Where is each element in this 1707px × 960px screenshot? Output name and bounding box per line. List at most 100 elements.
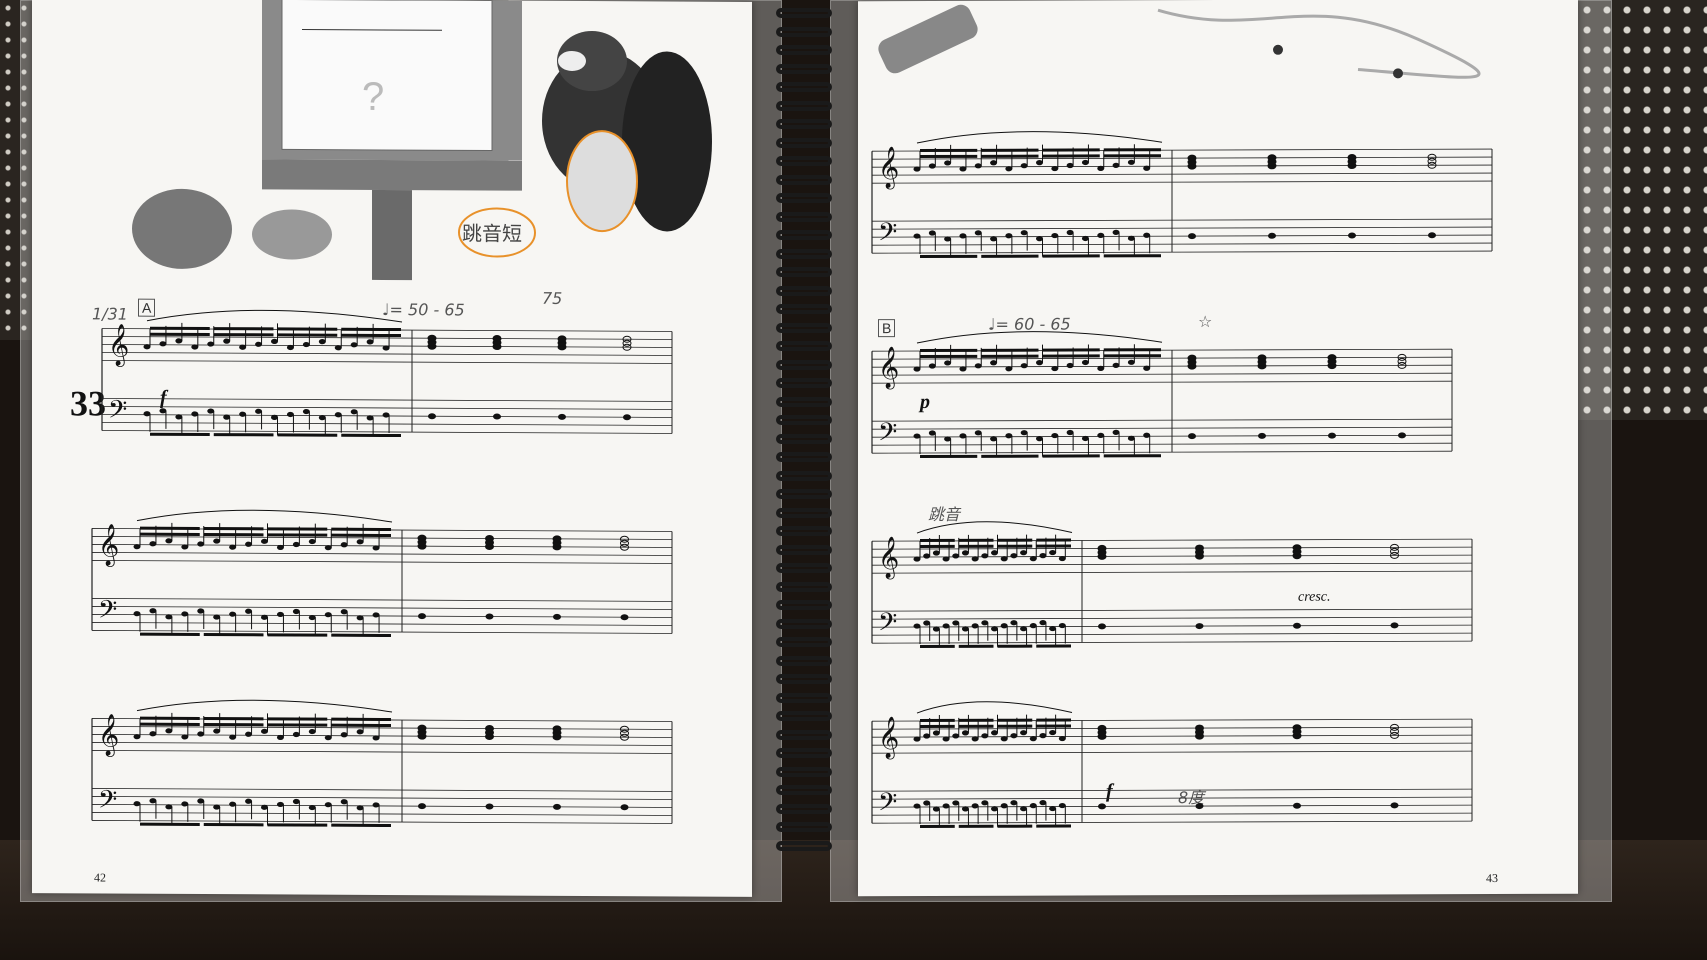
note-head (961, 730, 969, 736)
beam (331, 533, 391, 537)
note-head (974, 430, 982, 436)
beam (140, 722, 200, 726)
note-head (913, 433, 921, 439)
note-head (974, 163, 982, 169)
note-head (1143, 365, 1151, 371)
note-head (255, 341, 263, 347)
note-head (932, 730, 940, 736)
note-head (292, 731, 300, 738)
beam (981, 348, 1039, 352)
note-head (1097, 232, 1105, 239)
chord-note (485, 725, 494, 733)
spiral-coil (776, 581, 832, 592)
note-head (255, 408, 263, 414)
note-head (1005, 433, 1013, 439)
note-head (971, 623, 979, 629)
beam (213, 433, 274, 437)
treble-clef: 𝄞 (878, 146, 899, 189)
note-head (276, 544, 284, 551)
note-head (961, 550, 969, 556)
bass-note (1188, 433, 1196, 440)
note-head (1039, 553, 1047, 559)
bass-clef: 𝄢 (878, 608, 897, 643)
beam (331, 527, 391, 531)
slur (916, 131, 1163, 144)
beam (920, 154, 978, 159)
treble-clef: 𝄞 (878, 716, 899, 759)
note-head (213, 538, 221, 544)
note-head (292, 541, 300, 548)
bass-note (553, 613, 561, 620)
note-head (961, 626, 969, 632)
note-head (971, 556, 979, 562)
note-head (334, 412, 342, 418)
note-head (276, 801, 284, 808)
beam (341, 433, 401, 438)
note-head (350, 342, 358, 348)
beam (331, 633, 391, 637)
bass-note (1428, 232, 1436, 239)
chord-note (485, 535, 494, 543)
bass-note (1258, 432, 1266, 439)
beam (1103, 348, 1161, 352)
score-left: 𝄞𝄢𝄞𝄢𝄞𝄢 (91, 309, 673, 827)
treble-clef: 𝄞 (108, 324, 129, 367)
note-head (990, 236, 998, 242)
spiral-coil (776, 452, 832, 462)
note-head (302, 341, 310, 348)
note-head (959, 433, 967, 439)
beam (331, 823, 391, 827)
note-head (944, 160, 952, 166)
note-head (1036, 360, 1043, 366)
note-head (1058, 555, 1066, 562)
note-head (1010, 733, 1018, 739)
note-head (932, 626, 940, 632)
right-system-1: 𝄞𝄢 (871, 131, 1493, 259)
treble-clef: 𝄞 (878, 536, 899, 579)
note-head (1143, 165, 1151, 171)
note-head (149, 731, 157, 737)
note-head (959, 366, 967, 372)
note-head (1066, 362, 1074, 369)
chord-note (417, 534, 427, 542)
treble-clef: 𝄞 (98, 713, 119, 756)
note-head (1049, 549, 1057, 556)
spiral-coil (776, 711, 832, 721)
beam (981, 354, 1039, 358)
beam (140, 716, 200, 720)
left-system-1: 𝄞𝄢 (101, 309, 673, 438)
note-head (276, 734, 284, 741)
note-head (308, 538, 316, 545)
bass-note (620, 614, 629, 621)
bass-staff (92, 598, 672, 634)
beam (203, 723, 264, 727)
chord-note (417, 724, 427, 732)
spiral-coil (776, 822, 832, 832)
beam (958, 538, 994, 542)
bass-staff (92, 788, 672, 824)
beam (213, 327, 274, 331)
beam (981, 154, 1039, 158)
note-head (923, 733, 931, 739)
bass-note (1348, 232, 1356, 239)
spiral-coil (776, 26, 832, 37)
note-head (990, 436, 998, 442)
beam (1036, 544, 1071, 548)
spiral-coil (776, 248, 832, 259)
note-head (334, 345, 342, 351)
note-head (149, 541, 157, 547)
note-head (944, 236, 952, 242)
note-head (229, 544, 237, 550)
note-head (271, 414, 278, 420)
beam (1103, 354, 1161, 358)
beam (1042, 348, 1100, 352)
spiral-coil (776, 618, 832, 629)
treble-staff (872, 148, 1492, 184)
note-head (1127, 359, 1135, 365)
note-head (213, 728, 221, 734)
note-head (1081, 159, 1089, 166)
bass-note (1398, 432, 1406, 439)
note-head (143, 344, 151, 350)
bass-note (558, 413, 566, 420)
beam (203, 633, 264, 637)
